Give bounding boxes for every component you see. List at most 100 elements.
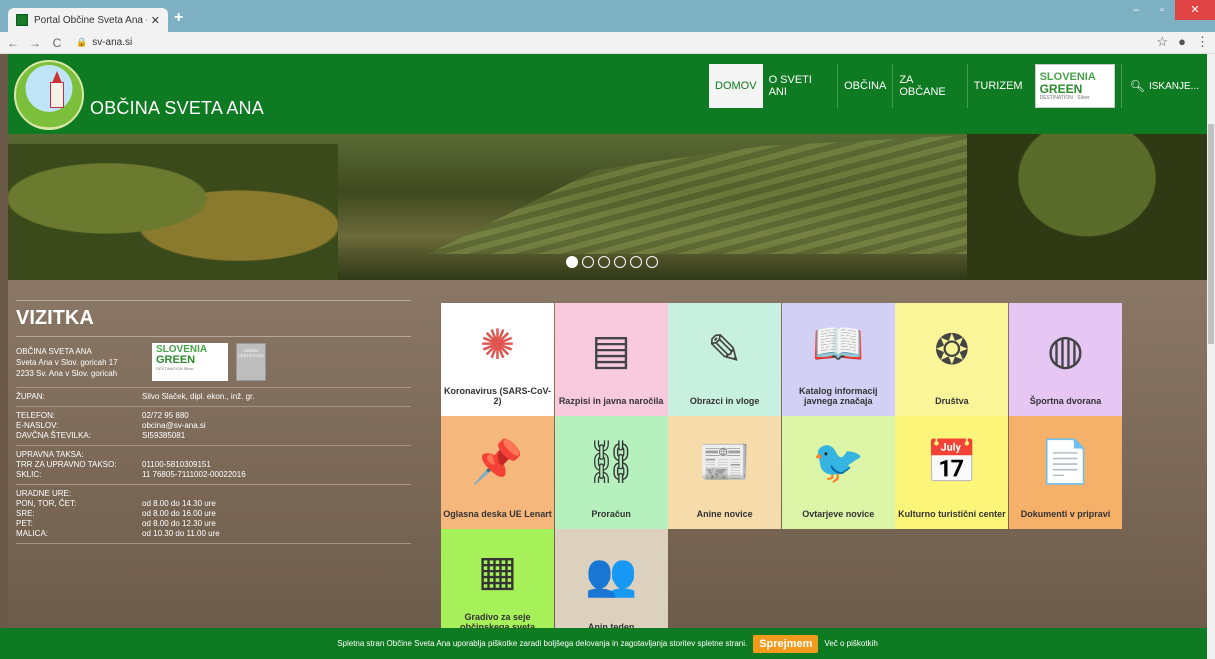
url-field[interactable]: 🔒 sv-ana.si [76,37,132,48]
tile-label: Proračun [591,509,631,519]
vizitka-panel: VIZITKA OBČINA SVETA ANA Sveta Ana v Slo… [16,300,411,544]
tile-documents[interactable]: ▤ Razpisi in javna naročila [554,303,668,416]
tile-label: Koronavirus (SARS-CoV-2) [443,386,551,406]
browser-tabbar: Portal Občine Sveta Ana - Domo ✕ + – ▫ ✕ [0,0,1215,32]
tile-book[interactable]: 📖 Katalog informacij javnega značaja [781,303,895,416]
scrollbar[interactable] [1207,54,1215,659]
site-title[interactable]: OBČINA SVETA ANA [90,98,264,119]
info-value: 01100-5810309151 [142,460,211,469]
zupan-row: ŽUPAN: Silvo Slaček, dipl. ekon., inž. gr… [16,388,411,407]
logo[interactable] [14,60,84,130]
tile-label: Obrazci in vloge [689,396,760,406]
slider-dot[interactable] [582,256,594,268]
address-line: OBČINA SVETA ANA [16,346,92,356]
slovenia-green-logo: SLOVENIA GREEN DESTINATION Silver [152,343,228,381]
vizitka-title: VIZITKA [16,300,411,337]
tile-label: Dokumenti v pripravi [1020,509,1111,519]
menu-o-sveti-ani[interactable]: O SVETI ANI [763,64,838,108]
info-label: PON, TOR, ČET: [16,499,77,508]
accept-cookies-button[interactable]: Sprejmem [753,634,819,653]
new-tab-button[interactable]: + [174,9,183,27]
info-label: MALICA: [16,529,49,538]
info-value: od 10.30 do 11.00 ure [142,529,220,538]
info-label: E-NASLOV: [16,421,59,430]
search-icon: 🔍︎ [1129,79,1145,93]
tile-form[interactable]: ✎ Obrazci in vloge [668,303,782,416]
tile-document-list[interactable]: ▦ Gradivo za seje občinskega sveta [441,529,554,642]
people-circle-icon: ❂ [934,326,970,373]
cookie-text: Spletna stran Občine Sveta Ana uporablja… [337,639,748,648]
tile-document-upload[interactable]: 📄 Dokumenti v pripravi [1009,416,1122,529]
group-icon: 👥 [584,551,638,598]
info-label: DAVČNA ŠTEVILKA: [16,431,91,440]
slider-dot[interactable] [646,256,658,268]
calendar-icon: 📅 [925,438,979,485]
info-row: URADNE URE: [16,489,411,499]
book-icon: 📖 [812,320,865,367]
info-label: SKLIC: [16,470,42,479]
info-row: UPRAVNA TAKSA: [16,450,411,460]
bird-branch-icon: 🐦 [812,438,865,485]
info-row: TRR ZA UPRAVNO TAKSO: 01100-5810309151 [16,460,411,470]
info-label: SRE: [16,509,35,518]
info-row: SRE: od 8.00 do 16.00 ure [16,509,411,519]
virus-icon: ✺ [479,321,516,368]
tile-label: Anine novice [696,509,753,519]
lock-icon: 🔒 [76,37,88,47]
info-row: PET: od 8.00 do 12.30 ure [16,519,411,529]
info-value: 02/72 95 880 [142,411,189,420]
search-label: ISKANJE... [1148,80,1199,92]
browser-tab[interactable]: Portal Občine Sveta Ana - Domo ✕ [8,8,168,32]
window-controls: – ▫ ✕ [1123,0,1215,20]
slider-dot[interactable] [566,256,578,268]
menu-za-obcane[interactable]: ZA OBČANE [892,64,966,108]
cookie-more-link[interactable]: Več o piškotkih [824,639,877,648]
slider-dot[interactable] [598,256,610,268]
tile-newspaper[interactable]: 📰 Anine novice [668,416,782,529]
info-value: od 8.00 do 16.00 ure [142,509,216,518]
tile-bird-branch[interactable]: 🐦 Ovtarjeve novice [781,416,895,529]
tile-basketball[interactable]: ◍ Športna dvorana [1009,303,1122,416]
menu-domov[interactable]: DOMOV [709,64,763,108]
slider-dots [566,256,658,268]
documents-icon: ▤ [591,326,631,373]
back-icon[interactable]: ← [4,36,22,50]
address-line: Sveta Ana v Slov. goricah 17 [16,357,118,367]
chain-icon: ⛓ [584,438,638,485]
document-list-icon: ▦ [477,547,518,594]
info-label: UPRAVNA TAKSA: [16,450,84,459]
tab-close-icon[interactable]: ✕ [151,14,160,27]
tile-calendar[interactable]: 📅 Kulturno turistični center [895,416,1009,529]
info-value: od 8.00 do 14.30 ure [142,499,216,508]
info-label: TELEFON: [16,411,56,420]
tile-chain[interactable]: ⛓ Proračun [554,416,668,529]
minimize-button[interactable]: – [1123,0,1149,20]
tile-virus[interactable]: ✺ Koronavirus (SARS-CoV-2) [441,303,554,416]
bookmark-star-icon[interactable]: ☆ [1156,34,1168,50]
tile-pushpin[interactable]: 📌 Oglasna deska UE Lenart [441,416,554,529]
slider-dot[interactable] [614,256,626,268]
slider-dot[interactable] [630,256,642,268]
tile-label: Katalog informacij javnega značaja [799,386,878,406]
menu-turizem[interactable]: TURIZEM [966,64,1029,108]
quick-links-grid: ✺ Koronavirus (SARS-CoV-2) ▤ Razpisi in jav… [441,303,1123,642]
tile-group[interactable]: 👥 Anin teden [554,529,668,642]
office-hours-group: URADNE URE: PON, TOR, ČET: od 8.00 do 14.3… [16,485,411,544]
info-label: TRR ZA UPRAVNO TAKSO: [16,460,117,469]
info-value: 11 76805-7111002-00022016 [142,470,246,479]
menu-obcina[interactable]: OBČINA [837,64,892,108]
reload-icon[interactable]: C [48,36,66,50]
forward-icon[interactable]: → [26,36,44,50]
slovenia-green-badge[interactable]: SLOVENIA GREEN DESTINATION · Silver [1034,64,1115,108]
address-line: 2233 Sv. Ana v Slov. goricah [16,368,118,378]
site-header: OBČINA SVETA ANA DOMOV O SVETI ANI OBČIN… [8,54,1207,134]
scrollbar-thumb[interactable] [1208,124,1214,344]
close-window-button[interactable]: ✕ [1175,0,1215,20]
tile-label: Razpisi in javna naročila [558,396,664,406]
search-button[interactable]: 🔍︎ ISKANJE... [1120,64,1207,108]
profile-icon[interactable]: ● [1178,34,1186,50]
maximize-button[interactable]: ▫ [1149,0,1175,20]
info-row: PON, TOR, ČET: od 8.00 do 14.30 ure [16,499,411,509]
tile-people-circle[interactable]: ❂ Društva [895,303,1009,416]
menu-kebab-icon[interactable]: ⋮ [1196,34,1209,50]
